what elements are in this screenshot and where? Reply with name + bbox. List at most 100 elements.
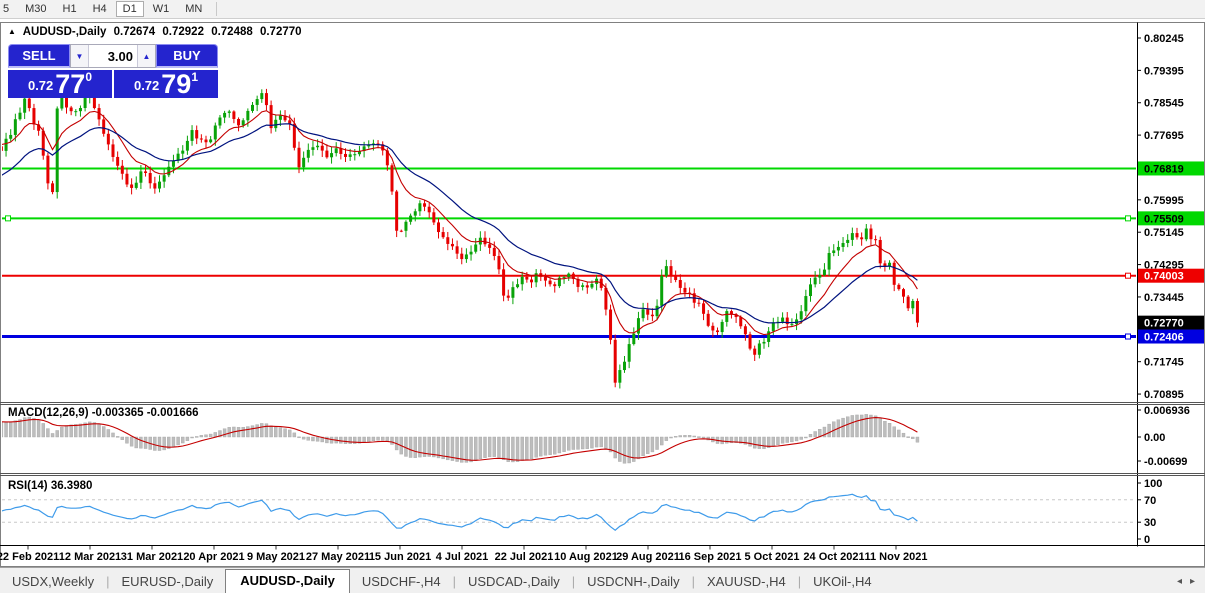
candle-body xyxy=(553,284,557,287)
candle-body xyxy=(809,284,812,297)
macd-histogram-bar xyxy=(157,436,162,451)
candle-body xyxy=(69,107,73,112)
macd-histogram-bar xyxy=(404,436,408,457)
chart-tab-audusd-daily[interactable]: AUDUSD-,Daily xyxy=(225,569,350,593)
chart-tab-usdcnh-daily[interactable]: USDCNH-,Daily xyxy=(575,571,691,593)
time-axis[interactable] xyxy=(0,547,1137,567)
main-price-pane[interactable] xyxy=(0,88,1136,389)
macd-histogram-bar xyxy=(418,436,422,458)
hline-handle[interactable] xyxy=(1125,272,1131,279)
macd-indicator-label: MACD(12,26,9) -0.003365 -0.001666 xyxy=(8,407,199,419)
candle-body xyxy=(785,317,789,325)
macd-histogram-bar xyxy=(469,436,473,463)
candle-body xyxy=(51,183,55,193)
tab-scroll-left-icon[interactable]: ◂ xyxy=(1177,576,1182,587)
macd-histogram-bar xyxy=(762,436,766,449)
volume-input[interactable] xyxy=(89,45,137,67)
macd-histogram-bar xyxy=(841,417,845,438)
candle-body xyxy=(437,222,440,233)
macd-histogram-bar xyxy=(92,422,97,438)
candle-body xyxy=(32,108,36,125)
symbol-period-label: AUDUSD-,Daily xyxy=(22,26,107,38)
macd-histogram-bar xyxy=(897,429,901,438)
candle-body xyxy=(664,266,668,276)
macd-histogram-bar xyxy=(901,432,906,438)
macd-histogram-bar xyxy=(236,427,241,438)
candle-body xyxy=(674,276,678,281)
macd-histogram-bar xyxy=(120,436,125,440)
one-click-trading-panel: SELL ▼ ▲ BUY 0.72 77 0 0.72 79 1 xyxy=(8,44,218,98)
candle-body xyxy=(450,243,454,247)
macd-histogram-bar xyxy=(385,436,390,442)
macd-histogram-bar xyxy=(613,436,617,459)
chart-tab-usdx-weekly[interactable]: USDX,Weekly xyxy=(0,571,106,593)
volume-decrement-button[interactable]: ▼ xyxy=(71,45,89,67)
macd-histogram-bar xyxy=(46,428,50,438)
hline-handle[interactable] xyxy=(1125,333,1131,340)
chart-tab-eurusd-daily[interactable]: EURUSD-,Daily xyxy=(110,571,226,593)
macd-histogram-bar xyxy=(655,436,659,450)
candle-body xyxy=(650,314,654,317)
macd-histogram-bar xyxy=(534,436,538,458)
price-axis[interactable] xyxy=(1137,22,1205,546)
candle-body xyxy=(213,125,217,140)
collapse-icon[interactable]: ▲ xyxy=(8,27,16,36)
macd-histogram-bar xyxy=(780,436,785,444)
sell-price-base: 0.72 xyxy=(27,78,54,93)
macd-histogram-bar xyxy=(478,436,483,460)
candle-body xyxy=(9,134,13,139)
macd-histogram-bar xyxy=(222,428,227,438)
candle-body xyxy=(255,99,259,105)
candle-body xyxy=(144,171,148,173)
candle-body xyxy=(697,302,701,304)
macd-histogram-bar xyxy=(501,436,506,461)
buy-price-big: 79 xyxy=(161,69,192,99)
tab-scroll-right-icon[interactable]: ▸ xyxy=(1190,576,1195,587)
chart-tab-ukoil-h4[interactable]: UKOil-,H4 xyxy=(801,571,884,593)
macd-histogram-bar xyxy=(288,429,292,438)
candle-body xyxy=(348,154,352,157)
chart-tab-bar: USDX,Weekly | EURUSD-,Daily AUDUSD-,Daily US… xyxy=(0,567,1205,593)
buy-button[interactable]: BUY xyxy=(156,44,218,68)
candle-body xyxy=(660,275,664,306)
candle-body xyxy=(418,203,422,212)
volume-increment-button[interactable]: ▲ xyxy=(137,45,155,67)
candle-body xyxy=(427,206,431,213)
macd-histogram-bar xyxy=(162,436,166,451)
macd-histogram-bar xyxy=(799,436,803,440)
macd-histogram-bar xyxy=(64,425,69,438)
candle-body xyxy=(757,343,761,355)
macd-histogram-bar xyxy=(413,436,417,458)
macd-histogram-bar xyxy=(878,418,882,438)
candle-body xyxy=(209,139,213,143)
candle-body xyxy=(158,181,161,189)
sell-price-display[interactable]: 0.72 77 0 xyxy=(8,70,112,98)
macd-histogram-bar xyxy=(60,426,64,438)
macd-histogram-bar xyxy=(669,436,673,439)
macd-histogram-bar xyxy=(381,436,385,441)
chart-tab-usdcad-daily[interactable]: USDCAD-,Daily xyxy=(456,571,572,593)
macd-histogram-bar xyxy=(697,436,701,438)
rsi-pane[interactable] xyxy=(1,493,1136,531)
hline-handle[interactable] xyxy=(1125,215,1131,222)
macd-histogram-bar xyxy=(55,430,59,438)
candle-body xyxy=(241,120,245,126)
macd-histogram-bar xyxy=(748,436,752,447)
macd-histogram-bar xyxy=(776,436,780,445)
candle-body xyxy=(153,183,157,189)
candle-body xyxy=(716,330,719,333)
candle-body xyxy=(483,237,487,245)
buy-price-display[interactable]: 0.72 79 1 xyxy=(114,70,218,98)
macd-histogram-bar xyxy=(576,436,580,450)
sell-button[interactable]: SELL xyxy=(8,44,70,68)
candle-body xyxy=(311,147,315,150)
candle-body xyxy=(455,246,459,254)
chart-tab-usdchf-h4[interactable]: USDCHF-,H4 xyxy=(350,571,453,593)
candle-body xyxy=(460,253,464,260)
open-value: 0.72674 xyxy=(113,26,156,38)
chart-symbol-header: ▲ AUDUSD-,Daily 0.72674 0.72922 0.72488 … xyxy=(8,26,306,38)
chart-tab-xauusd-h4[interactable]: XAUUSD-,H4 xyxy=(695,571,798,593)
candle-body xyxy=(739,317,743,327)
macd-pane[interactable] xyxy=(0,414,920,464)
hline-handle[interactable] xyxy=(5,215,11,222)
